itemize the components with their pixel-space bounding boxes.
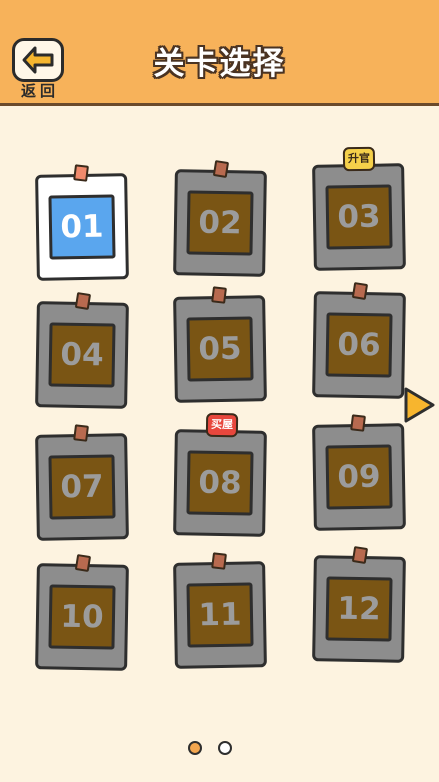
tape-decoration	[73, 164, 89, 182]
next-page-arrow-icon[interactable]	[401, 385, 437, 425]
level-number: 03	[325, 184, 393, 250]
page-dot-2[interactable]	[218, 741, 232, 755]
level-card-02[interactable]: 02	[173, 160, 267, 277]
level-number: 01	[48, 194, 116, 260]
tape-decoration	[74, 554, 92, 573]
level-card-06[interactable]: 06	[312, 282, 406, 399]
level-card-01[interactable]: 01	[35, 164, 129, 281]
level-card-10[interactable]: 10	[35, 554, 129, 671]
tape-decoration	[211, 286, 227, 304]
tape-decoration	[351, 546, 369, 565]
page-dot-1[interactable]	[188, 741, 202, 755]
level-number: 07	[48, 454, 116, 520]
level-number: 02	[186, 190, 254, 256]
tape-decoration	[212, 160, 230, 179]
level-number: 08	[186, 450, 254, 516]
tape-decoration	[74, 292, 92, 311]
top-bar: 返回 关卡选择	[0, 0, 439, 106]
page-title: 关卡选择	[153, 46, 286, 82]
level-number: 10	[48, 584, 116, 650]
back-label[interactable]: 返回	[14, 80, 66, 101]
level-card-09[interactable]: 09	[312, 414, 406, 531]
level-card-11[interactable]: 11	[173, 552, 267, 669]
buy-house-badge: 买屋	[205, 412, 239, 438]
tape-decoration	[73, 424, 89, 442]
level-card-08[interactable]: 买屋 08	[173, 412, 267, 537]
level-card-05[interactable]: 05	[173, 286, 267, 403]
level-card-07[interactable]: 07	[35, 424, 129, 541]
promotion-badge: 升官	[342, 146, 376, 172]
tape-decoration	[350, 414, 366, 432]
level-card-12[interactable]: 12	[312, 546, 406, 663]
level-number: 11	[186, 582, 254, 648]
level-number: 05	[186, 316, 254, 382]
level-number: 12	[325, 576, 393, 642]
tape-decoration	[211, 552, 227, 570]
tape-decoration	[351, 282, 369, 301]
level-card-03[interactable]: 升官 03	[312, 146, 406, 271]
level-card-04[interactable]: 04	[35, 292, 129, 409]
level-number: 06	[325, 312, 393, 378]
level-number: 09	[325, 444, 393, 510]
level-number: 04	[48, 322, 116, 388]
